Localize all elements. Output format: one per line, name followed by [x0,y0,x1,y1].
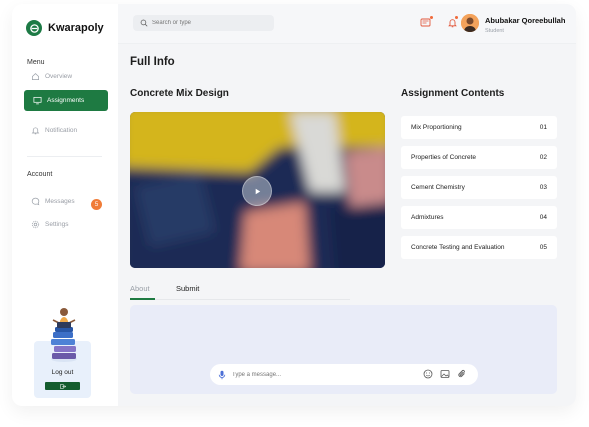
search-icon [140,19,148,27]
user-role: Student [485,28,504,34]
avatar[interactable] [461,14,479,32]
inbox-icon[interactable] [420,17,431,28]
logo-icon [26,20,42,36]
top-bar: Abubakar Qoreebullah Student [118,4,576,44]
tab-submit[interactable]: Submit [176,284,199,293]
assignment-contents-title: Assignment Contents [401,88,505,99]
content-tabs: About Submit [130,280,350,300]
sidebar: Kwarapoly Menu Overview Assignments Noti… [12,4,118,406]
app-window: Kwarapoly Menu Overview Assignments Noti… [12,4,576,406]
brand-name: Kwarapoly [48,22,104,34]
tab-about[interactable]: About [130,284,150,293]
sidebar-item-label: Settings [45,221,69,228]
assignment-number: 02 [539,154,547,161]
bell-icon [31,127,40,135]
sidebar-item-messages[interactable]: Messages [31,197,75,206]
assignment-number: 01 [539,124,547,131]
gear-icon [31,220,40,229]
logout-label: Log out [51,369,74,376]
bell-notification-dot [455,16,458,19]
inbox-notification-dot [430,16,433,19]
assignment-item-mix-proportioning[interactable]: Mix Proportioning 01 [401,116,557,139]
sidebar-divider [27,156,102,157]
image-icon[interactable] [440,369,450,379]
assignment-number: 05 [539,244,547,251]
assignment-title: Admixtures [411,214,444,221]
active-tab-indicator [130,298,155,300]
student-reading-illustration [51,308,77,362]
sidebar-item-assignments[interactable]: Assignments [24,90,108,111]
assignment-item-admixtures[interactable]: Admixtures 04 [401,206,557,229]
messages-count-badge: 5 [91,199,102,210]
course-title: Concrete Mix Design [130,88,229,99]
menu-section-label: Menu [27,59,45,66]
search-input[interactable] [152,20,262,26]
assignment-title: Concrete Testing and Evaluation [411,244,505,251]
play-button[interactable] [242,176,272,206]
sidebar-item-notification[interactable]: Notification [31,126,77,135]
assignment-title: Properties of Concrete [411,154,477,161]
sidebar-item-overview[interactable]: Overview [31,72,72,81]
assignment-number: 03 [539,184,547,191]
assignment-item-concrete-testing[interactable]: Concrete Testing and Evaluation 05 [401,236,557,259]
message-composer [210,364,478,385]
message-input[interactable] [232,371,402,378]
attachment-icon[interactable] [457,369,467,379]
sidebar-item-label: Messages [45,198,75,205]
account-section-label: Account [27,171,53,178]
emoji-icon[interactable] [423,369,433,379]
user-photo-icon [461,14,479,32]
search-bar[interactable] [133,15,274,31]
sidebar-item-label: Assignments [47,97,85,104]
logout-button[interactable] [45,382,80,390]
assignment-title: Cement Chemistry [411,184,465,191]
logout-icon [59,383,66,389]
assignment-item-properties-of-concrete[interactable]: Properties of Concrete 02 [401,146,557,169]
sidebar-item-settings[interactable]: Settings [31,220,69,229]
video-player[interactable] [130,112,385,268]
page-title: Full Info [130,56,175,68]
user-name: Abubakar Qoreebullah [485,16,566,25]
about-panel [130,305,557,394]
sidebar-item-label: Overview [45,73,73,80]
chat-icon [31,197,40,206]
brand-logo[interactable]: Kwarapoly [26,20,104,36]
microphone-icon[interactable] [218,370,226,380]
sidebar-item-label: Notification [45,127,78,134]
assignment-number: 04 [539,214,547,221]
home-icon [31,73,40,81]
assignment-title: Mix Proportioning [411,124,462,131]
monitor-icon [33,96,42,105]
assignment-item-cement-chemistry[interactable]: Cement Chemistry 03 [401,176,557,199]
play-icon [255,188,260,194]
